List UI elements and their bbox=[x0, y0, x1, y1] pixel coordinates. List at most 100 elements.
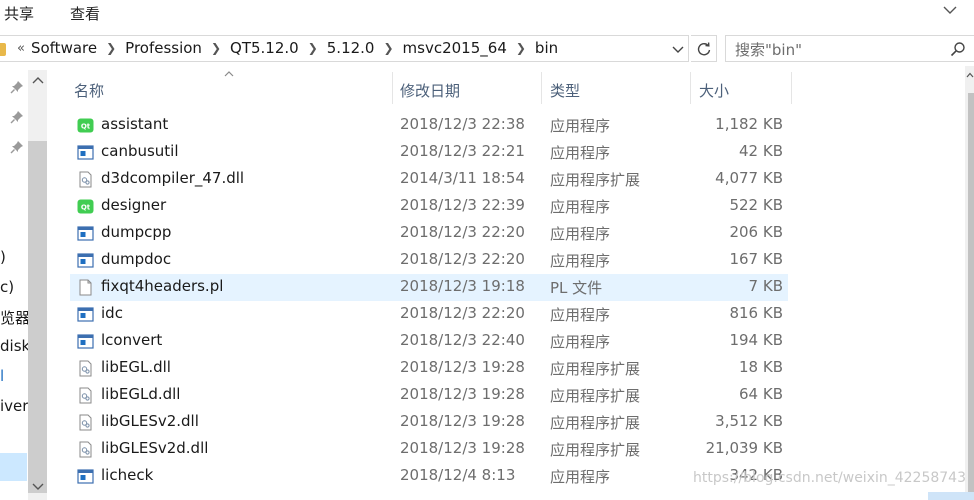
nav-item-label[interactable]: 览器 bbox=[0, 307, 30, 328]
file-modified-date: 2018/12/3 22:20 bbox=[400, 304, 525, 322]
file-type: 应用程序扩展 bbox=[550, 387, 641, 405]
breadcrumb-item-software[interactable]: Software bbox=[31, 39, 97, 57]
chevron-right-icon[interactable]: ❯ bbox=[106, 41, 116, 55]
column-header-type[interactable]: 类型 bbox=[542, 72, 690, 104]
file-modified-date: 2018/12/3 22:21 bbox=[400, 142, 525, 160]
chevron-right-icon[interactable]: ❯ bbox=[516, 41, 526, 55]
file-row[interactable]: fixqt4headers.pl 2018/12/3 19:18 PL 文件 7 KB bbox=[70, 274, 788, 301]
breadcrumb-item-version[interactable]: 5.12.0 bbox=[327, 39, 375, 57]
pin-icon[interactable] bbox=[10, 80, 24, 94]
watermark: https://blog.csdn.net/weixin_42258743 bbox=[692, 470, 966, 486]
search-icon[interactable] bbox=[950, 41, 966, 57]
file-row[interactable]: canbusutil 2018/12/3 22:21 应用程序 42 KB bbox=[70, 139, 788, 166]
file-type: 应用程序 bbox=[550, 468, 611, 486]
file-modified-date: 2018/12/3 22:40 bbox=[400, 331, 525, 349]
file-name: idc bbox=[101, 304, 123, 322]
chevron-down-icon[interactable] bbox=[942, 2, 958, 18]
file-type: 应用程序 bbox=[550, 306, 611, 324]
file-row[interactable]: libGLESv2.dll 2018/12/3 19:28 应用程序扩展 3,512 … bbox=[70, 409, 788, 436]
chevron-up-icon[interactable] bbox=[32, 76, 44, 84]
file-row[interactable]: licheck 2018/12/4 8:13 应用程序 342 KB bbox=[70, 463, 788, 490]
file-modified-date: 2018/12/3 19:28 bbox=[400, 412, 525, 430]
nav-item-label[interactable]: l bbox=[0, 367, 4, 385]
column-header-label: 名称 bbox=[74, 82, 105, 100]
file-row[interactable]: libGLESv2d.dll 2018/12/3 19:28 应用程序扩展 21,03… bbox=[70, 436, 788, 463]
breadcrumb: « Software ❯ Profession ❯ QT5.12.0 ❯ 5.1… bbox=[17, 39, 558, 57]
column-divider[interactable] bbox=[791, 72, 792, 104]
file-row[interactable]: idc 2018/12/3 22:20 应用程序 816 KB bbox=[70, 301, 788, 328]
dll-icon bbox=[77, 441, 94, 458]
file-name: licheck bbox=[101, 466, 154, 484]
nav-item-label[interactable]: ) bbox=[0, 248, 6, 266]
pin-icon[interactable] bbox=[10, 110, 24, 124]
file-row[interactable]: Qt assistant 2018/12/3 22:38 应用程序 1,182 KB bbox=[70, 112, 788, 139]
address-row: « Software ❯ Profession ❯ QT5.12.0 ❯ 5.1… bbox=[0, 32, 974, 66]
file-size: 4,077 KB bbox=[715, 169, 783, 187]
nav-selected-item[interactable] bbox=[0, 453, 27, 481]
refresh-button[interactable] bbox=[691, 35, 717, 62]
breadcrumb-item-qt[interactable]: QT5.12.0 bbox=[230, 39, 299, 57]
file-type: 应用程序 bbox=[550, 117, 611, 135]
file-row[interactable]: dumpcpp 2018/12/3 22:20 应用程序 206 KB bbox=[70, 220, 788, 247]
search-input[interactable]: 搜索"bin" bbox=[725, 35, 974, 62]
file-size: 816 KB bbox=[729, 304, 783, 322]
file-modified-date: 2018/12/4 8:13 bbox=[400, 466, 516, 484]
file-row[interactable]: d3dcompiler_47.dll 2014/3/11 18:54 应用程序扩展 4… bbox=[70, 166, 788, 193]
chevron-up-icon[interactable] bbox=[966, 72, 974, 78]
exe-icon bbox=[77, 333, 94, 350]
chevron-down-icon[interactable] bbox=[672, 44, 684, 56]
file-type: 应用程序扩展 bbox=[550, 171, 641, 189]
breadcrumb-item-profession[interactable]: Profession bbox=[125, 39, 202, 57]
nav-item-label[interactable]: c) bbox=[0, 278, 14, 296]
breadcrumb-item-bin[interactable]: bin bbox=[535, 39, 558, 57]
address-bar[interactable]: « Software ❯ Profession ❯ QT5.12.0 ❯ 5.1… bbox=[0, 35, 689, 62]
breadcrumb-item-msvc[interactable]: msvc2015_64 bbox=[403, 39, 507, 57]
column-header-date[interactable]: 修改日期 bbox=[393, 72, 541, 104]
nav-item-label[interactable]: iver bbox=[0, 397, 28, 415]
file-size: 206 KB bbox=[729, 223, 783, 241]
pin-icon[interactable] bbox=[10, 140, 24, 154]
svg-text:Qt: Qt bbox=[81, 123, 91, 131]
status-strip bbox=[928, 492, 974, 500]
file-type: 应用程序 bbox=[550, 198, 611, 216]
file-name: assistant bbox=[101, 115, 169, 133]
ribbon-tab-share[interactable]: 共享 bbox=[4, 3, 34, 24]
file-size: 522 KB bbox=[729, 196, 783, 214]
column-header-label: 大小 bbox=[699, 82, 730, 100]
nav-scrollbar-thumb[interactable] bbox=[28, 141, 47, 493]
breadcrumb-overflow[interactable]: « bbox=[17, 41, 25, 56]
chevron-right-icon[interactable]: ❯ bbox=[211, 41, 221, 55]
file-size: 18 KB bbox=[739, 358, 783, 376]
file-name: d3dcompiler_47.dll bbox=[101, 169, 245, 187]
file-modified-date: 2018/12/3 19:18 bbox=[400, 277, 525, 295]
dll-icon bbox=[77, 414, 94, 431]
file-name: fixqt4headers.pl bbox=[101, 277, 224, 295]
file-row[interactable]: Qt designer 2018/12/3 22:39 应用程序 522 KB bbox=[70, 193, 788, 220]
exe-icon bbox=[77, 306, 94, 323]
file-name: dumpdoc bbox=[101, 250, 172, 268]
file-modified-date: 2018/12/3 19:28 bbox=[400, 358, 525, 376]
file-modified-date: 2014/3/11 18:54 bbox=[400, 169, 525, 187]
file-row[interactable]: libEGLd.dll 2018/12/3 19:28 应用程序扩展 64 KB bbox=[70, 382, 788, 409]
chevron-right-icon[interactable]: ❯ bbox=[308, 41, 318, 55]
file-row[interactable]: lconvert 2018/12/3 22:40 应用程序 194 KB bbox=[70, 328, 788, 355]
file-row[interactable]: dumpdoc 2018/12/3 22:20 应用程序 167 KB bbox=[70, 247, 788, 274]
chevron-right-icon[interactable]: ❯ bbox=[383, 41, 393, 55]
file-modified-date: 2018/12/3 19:28 bbox=[400, 385, 525, 403]
column-header-size[interactable]: 大小 bbox=[691, 72, 791, 104]
file-list-scrollbar-thumb[interactable] bbox=[968, 93, 974, 493]
file-type: 应用程序 bbox=[550, 225, 611, 243]
file-name: designer bbox=[101, 196, 167, 214]
ribbon-tab-view[interactable]: 查看 bbox=[70, 3, 100, 24]
file-modified-date: 2018/12/3 22:39 bbox=[400, 196, 525, 214]
chevron-down-icon[interactable] bbox=[32, 483, 44, 491]
column-header-label: 修改日期 bbox=[400, 82, 461, 100]
file-size: 21,039 KB bbox=[705, 439, 783, 457]
file-type: 应用程序扩展 bbox=[550, 414, 641, 432]
navigation-pane: ) c) 览器 diskl l iver bbox=[0, 66, 48, 500]
file-row[interactable]: libEGL.dll 2018/12/3 19:28 应用程序扩展 18 KB bbox=[70, 355, 788, 382]
file-size: 3,512 KB bbox=[715, 412, 783, 430]
dll-icon bbox=[77, 360, 94, 377]
column-header-name[interactable]: 名称 bbox=[70, 72, 392, 104]
column-header-label: 类型 bbox=[550, 82, 581, 100]
